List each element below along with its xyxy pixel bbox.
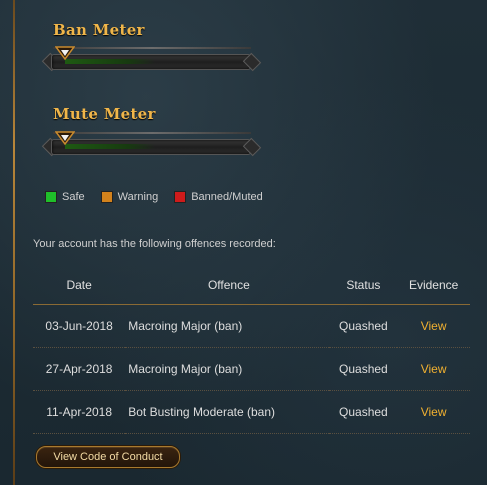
legend-item-warning: Warning — [100, 191, 159, 203]
mute-meter-top-line — [53, 132, 251, 134]
offences-intro-text: Your account has the following offences … — [33, 238, 276, 250]
offences-table: Date Offence Status Evidence 03-Jun-2018… — [33, 266, 470, 434]
ban-meter-title: Ban Meter — [53, 21, 145, 39]
left-frame-border — [13, 0, 15, 485]
ban-meter-fill — [65, 59, 155, 64]
meter-legend: Safe Warning Banned/Muted — [45, 191, 279, 203]
header-date: Date — [33, 266, 126, 305]
header-evidence: Evidence — [397, 266, 470, 305]
mute-meter-fill — [65, 144, 155, 149]
legend-label-safe: Safe — [62, 191, 85, 203]
row-status: Quashed — [329, 347, 398, 391]
legend-item-banned: Banned/Muted — [174, 191, 263, 203]
mute-meter-marker-icon — [55, 131, 75, 145]
mute-meter-title: Mute Meter — [53, 105, 156, 123]
view-evidence-link[interactable]: View — [421, 405, 447, 419]
legend-label-banned: Banned/Muted — [191, 191, 263, 203]
warning-swatch-icon — [100, 191, 113, 203]
row-date: 03-Jun-2018 — [33, 304, 126, 348]
ban-meter-marker-icon — [55, 46, 75, 60]
header-offence: Offence — [125, 266, 330, 305]
row-offence: Bot Busting Moderate (ban) — [125, 390, 330, 434]
view-evidence-link[interactable]: View — [421, 362, 447, 376]
row-date: 27-Apr-2018 — [33, 347, 126, 391]
banned-swatch-icon — [174, 191, 187, 203]
view-code-of-conduct-button[interactable]: View Code of Conduct — [36, 446, 180, 468]
legend-label-warning: Warning — [117, 191, 159, 203]
row-date: 11-Apr-2018 — [33, 390, 126, 434]
legend-item-safe: Safe — [45, 191, 85, 203]
safe-swatch-icon — [45, 191, 57, 203]
ban-meter — [41, 46, 262, 73]
table-header-row: Date Offence Status Evidence — [33, 266, 470, 305]
row-offence: Macroing Major (ban) — [125, 304, 330, 348]
table-row: 11-Apr-2018 Bot Busting Moderate (ban) Q… — [33, 390, 470, 434]
table-row: 03-Jun-2018 Macroing Major (ban) Quashed… — [33, 304, 470, 348]
view-evidence-link[interactable]: View — [421, 319, 447, 333]
ban-meter-top-line — [53, 47, 251, 49]
header-status: Status — [329, 266, 398, 305]
row-status: Quashed — [329, 304, 398, 348]
mute-meter — [41, 131, 262, 158]
row-offence: Macroing Major (ban) — [125, 347, 330, 391]
row-status: Quashed — [329, 390, 398, 434]
table-row: 27-Apr-2018 Macroing Major (ban) Quashed… — [33, 347, 470, 391]
